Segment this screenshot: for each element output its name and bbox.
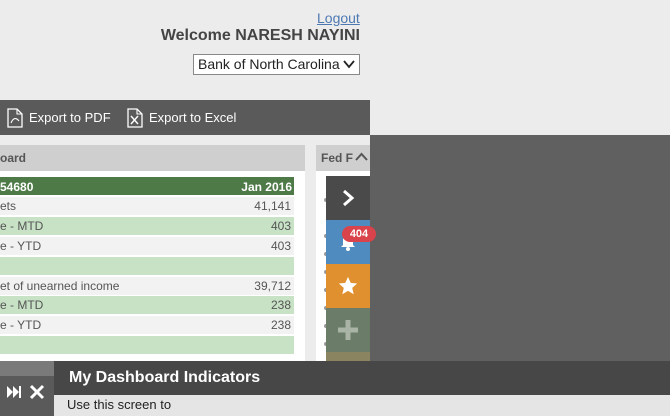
bank-select[interactable]: Bank of North Carolina xyxy=(193,54,360,75)
table-row: ets 41,141 xyxy=(0,197,294,215)
account-id-cell: 54680 xyxy=(0,180,34,194)
table-row xyxy=(0,336,294,354)
row-label: et of unearned income xyxy=(0,279,120,293)
dashboard-panel-header xyxy=(0,145,305,171)
drawer-controls xyxy=(0,376,54,416)
row-value: 403 xyxy=(270,219,291,233)
table-row: et of unearned income 39,712 xyxy=(0,277,294,295)
export-excel-label: Export to Excel xyxy=(149,110,237,125)
overlay-backdrop xyxy=(370,135,670,361)
drawer-title: My Dashboard Indicators xyxy=(69,369,261,386)
chevron-up-icon[interactable] xyxy=(353,148,370,166)
fed-panel-title: Fed F xyxy=(321,151,353,165)
row-value: 238 xyxy=(270,298,291,312)
add-button[interactable] xyxy=(326,308,370,352)
table-row xyxy=(0,257,294,275)
drawer-body-text: Use this screen to xyxy=(67,397,172,412)
table-row: e - MTD 238 xyxy=(0,296,294,314)
plus-icon xyxy=(338,320,358,340)
table-row: e - YTD 403 xyxy=(0,237,294,255)
chevron-down-icon xyxy=(343,60,355,69)
row-label: e - YTD xyxy=(0,318,42,332)
favorites-button[interactable] xyxy=(326,264,370,308)
side-menu-extra-button[interactable] xyxy=(326,352,370,361)
row-label: e - YTD xyxy=(0,239,42,253)
row-value: 39,712 xyxy=(254,279,291,293)
side-menu-toggle-button[interactable] xyxy=(326,176,370,220)
pdf-file-icon xyxy=(7,107,23,128)
row-value: 403 xyxy=(270,239,291,253)
row-value: 238 xyxy=(270,318,291,332)
close-icon[interactable] xyxy=(27,382,47,402)
period-cell: Jan 2016 xyxy=(241,180,292,194)
table-row: e - MTD 403 xyxy=(0,217,294,235)
row-label: e - MTD xyxy=(0,298,44,312)
row-label: ets xyxy=(0,199,17,213)
dashboard-panel-title: oard xyxy=(0,151,27,165)
notification-count-badge: 404 xyxy=(342,226,376,242)
export-excel-button[interactable]: Export to Excel xyxy=(127,100,236,135)
star-icon xyxy=(338,276,358,295)
logout-link[interactable]: Logout xyxy=(317,10,360,26)
row-value: 41,141 xyxy=(254,199,291,213)
excel-file-icon xyxy=(127,107,143,128)
export-pdf-label: Export to PDF xyxy=(29,110,111,125)
chevron-right-icon xyxy=(343,189,355,207)
bank-select-value: Bank of North Carolina xyxy=(198,56,340,72)
skip-to-end-icon[interactable] xyxy=(4,382,24,402)
row-label: e - MTD xyxy=(0,219,44,233)
export-pdf-button[interactable]: Export to PDF xyxy=(7,100,111,135)
welcome-message: Welcome NARESH NAYINI xyxy=(160,27,360,44)
export-toolbar: Export to PDF Export to Excel xyxy=(0,100,370,135)
table-row: e - YTD 238 xyxy=(0,316,294,334)
